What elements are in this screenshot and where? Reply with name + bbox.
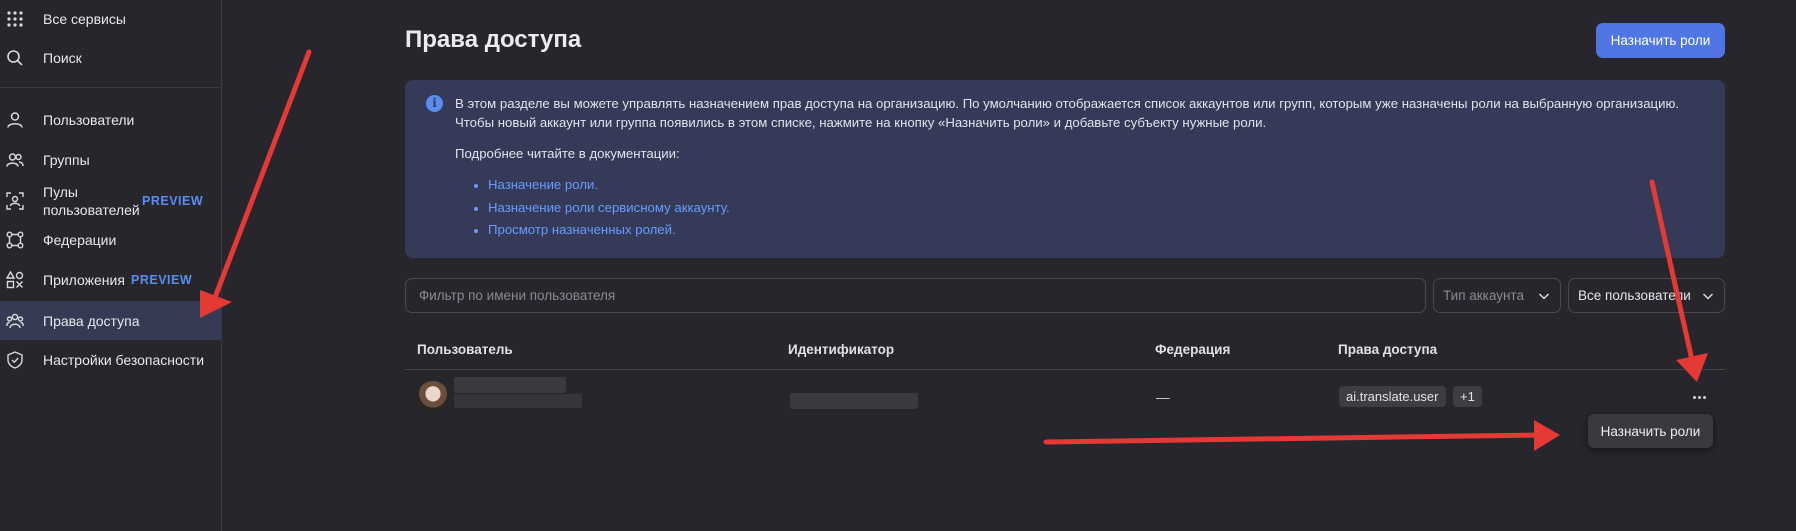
info-docs-label: Подробнее читайте в документации: <box>455 146 680 161</box>
sidebar-item-label-line1: Пулы <box>43 184 78 200</box>
doc-link-assign-role[interactable]: Назначение роли. <box>468 177 730 200</box>
column-header-federation[interactable]: Федерация <box>1155 342 1230 357</box>
info-icon: i <box>426 95 443 112</box>
blurred-user-name <box>454 377 566 393</box>
preview-badge: PREVIEW <box>131 273 193 287</box>
sidebar-item-label: Группы <box>43 152 90 168</box>
federation-value: — <box>1156 390 1170 405</box>
sidebar-item-label: Пулы пользователей <box>43 183 140 219</box>
avatar <box>417 381 449 413</box>
users-select[interactable]: Все пользователи <box>1568 278 1725 313</box>
account-type-value: Тип аккаунта <box>1443 288 1524 303</box>
account-type-select[interactable]: Тип аккаунта <box>1433 278 1561 313</box>
doc-link-assign-role-service-account[interactable]: Назначение роли сервисному аккаунту. <box>468 200 730 223</box>
user-icon <box>6 111 24 129</box>
table-header-divider <box>405 369 1725 370</box>
users-select-value: Все пользователи <box>1578 288 1691 303</box>
preview-badge: PREVIEW <box>142 194 204 208</box>
page-title: Права доступа <box>405 26 582 53</box>
chevron-down-icon <box>1538 293 1550 300</box>
access-rights-icon <box>6 312 24 330</box>
search-icon <box>6 49 24 67</box>
grid-icon <box>6 10 24 28</box>
sidebar-item-label: Настройки безопасности <box>43 352 205 368</box>
row-actions-button[interactable] <box>1688 389 1710 405</box>
more-roles-chip[interactable]: +1 <box>1453 386 1482 407</box>
blurred-user-login <box>454 394 582 408</box>
users-icon <box>6 151 24 169</box>
user-pool-icon <box>6 192 24 210</box>
sidebar-item-search[interactable]: Поиск <box>0 39 222 77</box>
ellipsis-dot <box>1697 395 1701 399</box>
assign-roles-button[interactable]: Назначить роли <box>1596 23 1725 58</box>
column-header-user[interactable]: Пользователь <box>417 342 513 357</box>
chevron-down-icon <box>1701 289 1715 303</box>
sidebar-item-label: Приложения <box>43 272 125 288</box>
info-text: В этом разделе вы можете управлять назна… <box>455 96 1679 130</box>
sidebar-item-label: Федерации <box>43 232 117 248</box>
sidebar-item-label: Все сервисы <box>43 11 126 27</box>
doc-link-view-roles[interactable]: Просмотр назначенных ролей. <box>468 222 730 245</box>
apps-icon <box>6 271 24 289</box>
sidebar-item-security-settings[interactable]: Настройки безопасности <box>0 341 222 379</box>
sidebar-item-label: Поиск <box>43 50 82 66</box>
sidebar-item-federations[interactable]: Федерации <box>0 221 222 259</box>
info-banner: i В этом разделе вы можете управлять наз… <box>405 80 1725 258</box>
sidebar-item-user-pools[interactable]: Пулы пользователей PREVIEW <box>0 181 222 221</box>
ellipsis-dot <box>1702 395 1706 399</box>
shield-icon <box>6 351 24 369</box>
role-chip: ai.translate.user <box>1339 386 1446 407</box>
sidebar-item-apps[interactable]: Приложения PREVIEW <box>0 261 222 299</box>
sidebar-item-all-services[interactable]: Все сервисы <box>0 0 222 38</box>
docs-links: Назначение роли. Назначение роли сервисн… <box>468 177 730 245</box>
sidebar-item-users[interactable]: Пользователи <box>0 101 222 139</box>
annotation-arrow-popup <box>1043 420 1560 451</box>
sidebar-item-label: Пользователи <box>43 112 135 128</box>
user-filter-input[interactable]: Фильтр по имени пользователя <box>405 278 1426 313</box>
federation-icon <box>6 231 24 249</box>
column-header-access-rights[interactable]: Права доступа <box>1338 342 1437 357</box>
popup-assign-roles-item[interactable]: Назначить роли <box>1588 414 1713 448</box>
sidebar-item-access-rights[interactable]: Права доступа <box>0 301 222 340</box>
column-header-id[interactable]: Идентификатор <box>788 342 894 357</box>
blurred-identifier <box>790 393 918 409</box>
sidebar-item-groups[interactable]: Группы <box>0 141 222 179</box>
ellipsis-icon <box>1692 395 1696 399</box>
sidebar-divider <box>0 87 222 88</box>
sidebar: Все сервисы Поиск Пользователи Группы Пу… <box>0 0 222 531</box>
sidebar-item-label: Права доступа <box>43 312 140 329</box>
sidebar-item-label-line2: пользователей <box>43 202 140 218</box>
